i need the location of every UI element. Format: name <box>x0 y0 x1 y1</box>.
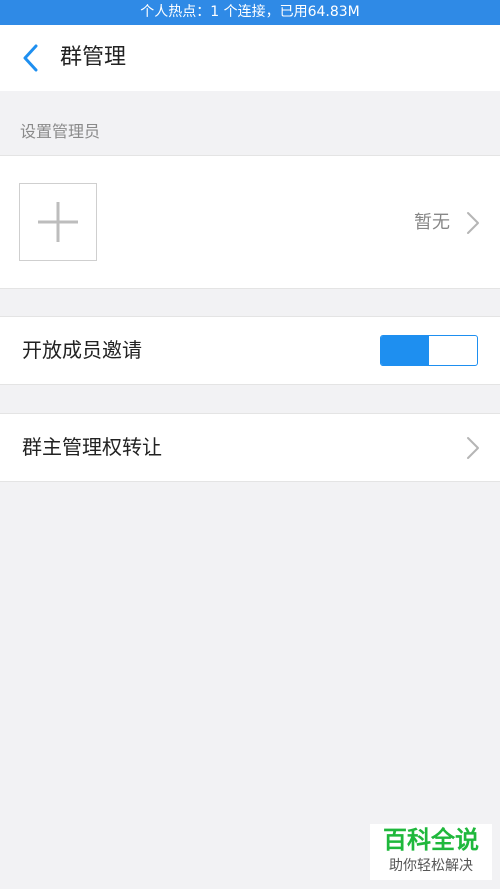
setting-label-transfer-owner: 群主管理权转让 <box>22 435 162 459</box>
page-title: 群管理 <box>60 45 127 70</box>
plus-icon <box>38 202 78 242</box>
watermark-subtitle: 助你轻松解决 <box>389 858 473 874</box>
admin-card[interactable]: 暂无 <box>0 155 500 289</box>
chevron-right-icon <box>467 212 479 234</box>
status-bar: 个人热点：1 个连接，已用64.83M <box>0 0 500 25</box>
status-bar-text: 个人热点：1 个连接，已用64.83M <box>140 4 360 20</box>
section-header-admins: 设置管理员 <box>20 122 101 141</box>
admin-value: 暂无 <box>414 212 450 233</box>
watermark-title: 百科全说 <box>383 826 479 854</box>
setting-row-open-invite: 开放成员邀请 <box>0 316 500 385</box>
open-invite-toggle[interactable] <box>380 335 478 366</box>
chevron-right-icon <box>467 437 479 459</box>
setting-row-transfer-owner[interactable]: 群主管理权转让 <box>0 413 500 482</box>
setting-label-open-invite: 开放成员邀请 <box>22 338 142 362</box>
chevron-left-icon <box>23 44 38 72</box>
toggle-fill <box>381 336 429 365</box>
watermark-logo: 百科全说 助你轻松解决 <box>370 824 492 880</box>
add-admin-button[interactable] <box>19 183 97 261</box>
title-bar: 群管理 <box>0 25 500 91</box>
back-button[interactable] <box>10 38 50 78</box>
